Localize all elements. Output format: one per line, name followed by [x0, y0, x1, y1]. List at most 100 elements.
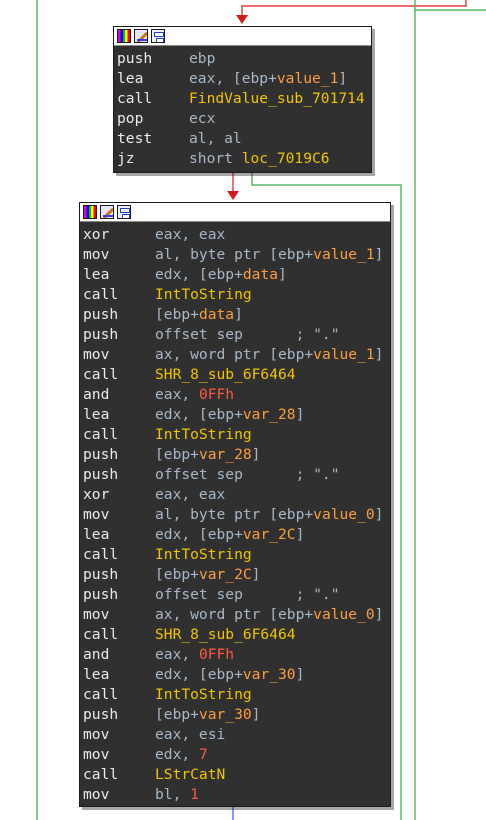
instruction-line[interactable]: call IntToString [83, 285, 390, 305]
operand-text: edx, [ebp+ [155, 266, 243, 283]
operand-text: ] [374, 246, 384, 263]
instruction-line[interactable]: mov bl, 1 [83, 785, 390, 805]
number-literal: 7 [198, 746, 208, 763]
instruction-line[interactable]: push [ebp+var_2C] [83, 565, 390, 585]
operand-text: [ebp+ [155, 306, 199, 323]
mnemonic: pop [117, 110, 144, 127]
operand-text: al, byte ptr [ebp+ [155, 246, 314, 263]
graph-icon[interactable] [117, 205, 131, 219]
palette-icon[interactable] [117, 29, 131, 43]
instruction-line[interactable]: call FindValue_sub_701714 [117, 89, 371, 109]
instruction-line[interactable]: push [ebp+var_30] [83, 705, 390, 725]
instruction-line[interactable]: mov ax, word ptr [ebp+value_0] [83, 605, 390, 625]
operand-text: eax, eax [155, 486, 226, 503]
operand: SHR_8_sub_6F6464 [155, 625, 296, 645]
operand: al, byte ptr [ebp+value_1] [155, 245, 383, 265]
instruction-line[interactable]: test al, al [117, 129, 371, 149]
variable-ref[interactable]: var_30 [199, 706, 252, 723]
operand: IntToString [155, 545, 252, 565]
variable-ref[interactable]: value_1 [277, 70, 339, 87]
instruction-line[interactable]: call LStrCatN [83, 765, 390, 785]
variable-ref[interactable]: data [243, 266, 278, 283]
operand-text: ax, word ptr [ebp+ [155, 606, 314, 623]
instruction-line[interactable]: and eax, 0FFh [83, 645, 390, 665]
mnemonic: mov [83, 246, 110, 263]
symbol-ref[interactable]: IntToString [155, 286, 252, 303]
variable-ref[interactable]: value_0 [313, 506, 375, 523]
operand-text: ] [295, 406, 305, 423]
edit-icon[interactable] [100, 205, 114, 219]
instruction-line[interactable]: mov edx, 7 [83, 745, 390, 765]
operand-text: [ebp+ [155, 706, 199, 723]
palette-icon[interactable] [83, 205, 97, 219]
symbol-ref[interactable]: IntToString [155, 546, 252, 563]
instruction-line[interactable]: call SHR_8_sub_6F6464 [83, 365, 390, 385]
symbol-ref[interactable]: IntToString [155, 426, 252, 443]
variable-ref[interactable]: value_0 [313, 606, 375, 623]
operand-text: ] [374, 506, 384, 523]
operand: offset sep ; "." [155, 465, 340, 485]
operand-text: ax, word ptr [ebp+ [155, 346, 314, 363]
instruction-line[interactable]: lea edx, [ebp+data] [83, 265, 390, 285]
instruction-line[interactable]: pop ecx [117, 109, 371, 129]
symbol-ref[interactable]: SHR_8_sub_6F6464 [155, 626, 296, 643]
code-block-build-version-string[interactable]: xor eax, eax mov al, byte ptr [ebp+value_1]… [79, 202, 391, 807]
variable-ref[interactable]: var_2C [199, 566, 252, 583]
instruction-line[interactable]: call SHR_8_sub_6F6464 [83, 625, 390, 645]
instruction-line[interactable]: call IntToString [83, 425, 390, 445]
instruction-line[interactable]: mov eax, esi [83, 725, 390, 745]
instruction-line[interactable]: push [ebp+var_28] [83, 445, 390, 465]
edge-false-into-top-block [241, 0, 467, 18]
instruction-line[interactable]: lea edx, [ebp+var_28] [83, 405, 390, 425]
instruction-line[interactable]: mov al, byte ptr [ebp+value_0] [83, 505, 390, 525]
operand-text: al, byte ptr [ebp+ [155, 506, 314, 523]
operand: [ebp+var_30] [155, 705, 260, 725]
instruction-line[interactable]: call IntToString [83, 685, 390, 705]
instruction-line[interactable]: push [ebp+data] [83, 305, 390, 325]
operand: SHR_8_sub_6F6464 [155, 365, 296, 385]
variable-ref[interactable]: var_30 [243, 666, 296, 683]
instruction-line[interactable]: and eax, 0FFh [83, 385, 390, 405]
symbol-ref[interactable]: IntToString [155, 686, 252, 703]
instruction-line[interactable]: jz short loc_7019C6 [117, 149, 371, 169]
edge-arrowhead [227, 191, 239, 200]
mnemonic: push [83, 466, 119, 483]
symbol-ref[interactable]: FindValue_sub_701714 [189, 90, 365, 107]
instruction-line[interactable]: push ebp [117, 49, 371, 69]
mnemonic: mov [83, 726, 110, 743]
instruction-line[interactable]: lea edx, [ebp+var_30] [83, 665, 390, 685]
symbol-ref[interactable]: loc_7019C6 [242, 150, 330, 167]
operand: [ebp+data] [155, 305, 243, 325]
instruction-line[interactable]: xor eax, eax [83, 225, 390, 245]
instruction-line[interactable]: mov ax, word ptr [ebp+value_1] [83, 345, 390, 365]
instruction-line[interactable]: push offset sep ; "." [83, 465, 390, 485]
symbol-ref[interactable]: SHR_8_sub_6F6464 [155, 366, 296, 383]
operand: edx, [ebp+var_28] [155, 405, 304, 425]
instruction-line[interactable]: lea edx, [ebp+var_2C] [83, 525, 390, 545]
operand: ecx [189, 109, 215, 129]
variable-ref[interactable]: value_1 [313, 246, 375, 263]
operand-text: ] [374, 346, 384, 363]
variable-ref[interactable]: data [199, 306, 234, 323]
variable-ref[interactable]: var_2C [243, 526, 296, 543]
instruction-line[interactable]: call IntToString [83, 545, 390, 565]
graph-icon[interactable] [151, 29, 165, 43]
symbol-ref[interactable]: LStrCatN [155, 766, 225, 783]
instruction-line[interactable]: xor eax, eax [83, 485, 390, 505]
operand-text: al, al [189, 130, 242, 147]
operand: IntToString [155, 285, 252, 305]
block-titlebar [80, 203, 390, 222]
variable-ref[interactable]: var_28 [199, 446, 252, 463]
mnemonic: push [83, 326, 119, 343]
instruction-line[interactable]: push offset sep ; "." [83, 325, 390, 345]
instruction-line[interactable]: lea eax, [ebp+value_1] [117, 69, 371, 89]
variable-ref[interactable]: value_1 [313, 346, 375, 363]
variable-ref[interactable]: var_28 [243, 406, 296, 423]
edit-icon[interactable] [134, 29, 148, 43]
mnemonic: call [83, 286, 119, 303]
operand: FindValue_sub_701714 [189, 89, 365, 109]
instruction-line[interactable]: mov al, byte ptr [ebp+value_1] [83, 245, 390, 265]
edge-arrowhead [236, 15, 248, 24]
instruction-line[interactable]: push offset sep ; "." [83, 585, 390, 605]
code-block-find-value[interactable]: push ebp lea eax, [ebp+value_1] call FindValu… [113, 26, 372, 173]
